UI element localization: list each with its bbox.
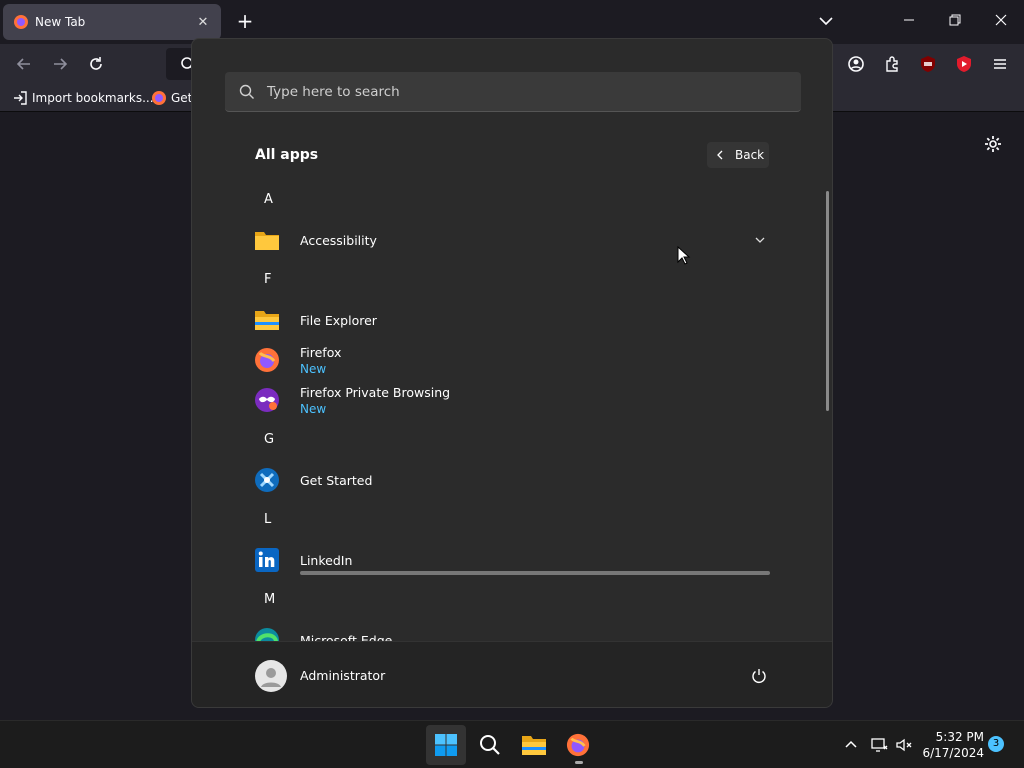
app-name: Accessibility: [300, 232, 377, 248]
chevron-down-icon[interactable]: [817, 12, 835, 30]
search-icon: [480, 735, 500, 755]
start-footer: Administrator: [192, 641, 832, 707]
close-tab-icon[interactable]: ✕: [195, 15, 211, 30]
letter-header-g[interactable]: G: [264, 432, 274, 447]
chevron-left-icon: [717, 150, 723, 160]
power-icon[interactable]: [750, 667, 768, 685]
menu-icon[interactable]: [990, 54, 1010, 74]
youtube-extension-icon[interactable]: [954, 54, 974, 74]
firefox-icon: [255, 348, 279, 372]
chevron-up-icon[interactable]: [842, 736, 860, 754]
avatar[interactable]: [255, 660, 287, 692]
forward-arrow-icon[interactable]: [50, 54, 70, 74]
back-arrow-icon[interactable]: [14, 54, 34, 74]
clock-date: 6/17/2024: [922, 746, 984, 760]
clock-time: 5:32 PM: [935, 730, 984, 744]
search-placeholder: Type here to search: [267, 83, 400, 100]
search-icon: [239, 84, 254, 99]
app-name: Firefox Private Browsing: [300, 384, 451, 400]
extensions-icon[interactable]: [882, 54, 902, 74]
firefox-icon: [152, 91, 166, 105]
new-tab-button[interactable]: +: [234, 10, 256, 32]
firefox-private-icon: [255, 388, 279, 412]
new-badge: New: [300, 361, 327, 376]
letter-header-m[interactable]: M: [264, 592, 275, 607]
new-badge: New: [300, 401, 327, 416]
running-indicator: [575, 761, 583, 764]
letter-header-a[interactable]: A: [264, 192, 273, 207]
letter-header-l[interactable]: L: [264, 512, 271, 527]
back-label: Back: [735, 148, 765, 162]
start-menu: Type here to search All apps Back A Acce…: [191, 38, 833, 708]
mouse-cursor-icon: [677, 246, 691, 265]
tab-new-tab[interactable]: New Tab ✕: [3, 4, 221, 40]
taskbar-search-button[interactable]: [470, 725, 510, 765]
minimize-icon[interactable]: [901, 12, 917, 28]
app-name: LinkedIn: [300, 552, 353, 568]
app-name: Firefox: [300, 344, 342, 360]
app-firefox-private-browsing[interactable]: Firefox Private Browsing New: [254, 382, 774, 418]
app-get-started[interactable]: Get Started: [254, 462, 774, 498]
chevron-down-icon[interactable]: [754, 234, 766, 246]
start-search-input[interactable]: Type here to search: [225, 72, 801, 112]
all-apps-heading: All apps: [255, 147, 319, 163]
windows-logo-icon: [435, 734, 457, 756]
start-button[interactable]: [426, 725, 466, 765]
app-accessibility[interactable]: Accessibility: [254, 222, 774, 258]
app-firefox[interactable]: Firefox New: [254, 342, 774, 378]
user-icon: [261, 668, 281, 687]
horizontal-scrollbar[interactable]: [300, 571, 770, 575]
file-explorer-icon: [522, 736, 546, 755]
bookmark-label: Import bookmarks...: [32, 91, 154, 105]
file-explorer-icon: [255, 311, 279, 330]
vertical-scrollbar[interactable]: [826, 191, 829, 411]
app-name: File Explorer: [300, 312, 377, 328]
notification-badge[interactable]: 3: [988, 736, 1004, 752]
get-started-icon: [255, 468, 279, 492]
app-name: Get Started: [300, 472, 373, 488]
ublock-icon[interactable]: [918, 54, 938, 74]
account-icon[interactable]: [846, 54, 866, 74]
volume-muted-icon[interactable]: [895, 736, 913, 754]
back-button[interactable]: Back: [707, 142, 769, 168]
linkedin-icon: [255, 548, 279, 572]
app-file-explorer[interactable]: File Explorer: [254, 302, 774, 338]
letter-header-f[interactable]: F: [264, 272, 271, 287]
taskbar-firefox[interactable]: [558, 725, 598, 765]
folder-icon: [255, 232, 279, 250]
gear-icon[interactable]: [983, 134, 1003, 154]
bookmark-import[interactable]: Import bookmarks...: [12, 90, 154, 106]
firefox-icon: [566, 733, 590, 757]
taskbar: 5:32 PM 6/17/2024 3: [0, 720, 1024, 768]
clock[interactable]: 5:32 PM 6/17/2024: [920, 729, 984, 761]
firefox-icon: [14, 15, 28, 29]
tab-title: New Tab: [35, 15, 86, 29]
restore-icon[interactable]: [947, 12, 963, 28]
reload-icon[interactable]: [86, 54, 106, 74]
close-window-icon[interactable]: [993, 12, 1009, 28]
user-name[interactable]: Administrator: [300, 668, 385, 683]
taskbar-file-explorer[interactable]: [514, 725, 554, 765]
network-icon[interactable]: [870, 736, 888, 754]
import-icon: [14, 91, 27, 105]
